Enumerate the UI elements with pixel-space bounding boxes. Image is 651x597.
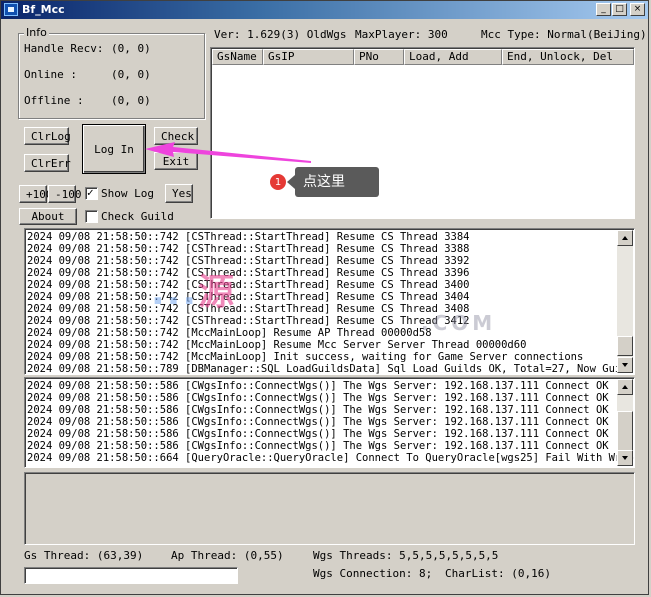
column-header-pno[interactable]: PNo <box>354 49 404 65</box>
log-line: 2024 09/08 21:58:50::742 [MccMainLoop] I… <box>27 351 584 363</box>
about-button[interactable]: About <box>19 208 77 225</box>
check-guild-checkbox[interactable] <box>85 210 98 223</box>
show-log-label: Show Log <box>101 187 154 200</box>
detail-panel <box>24 472 635 545</box>
log-line: 2024 09/08 21:58:50::664 [QueryOracle::Q… <box>27 452 635 464</box>
arrow-up-icon <box>622 236 628 240</box>
scroll-up-button[interactable] <box>617 230 633 246</box>
column-header-end-unlock-del[interactable]: End, Unlock, Del <box>502 49 634 65</box>
charlist-label: CharList: (0,16) <box>445 567 551 580</box>
pointer-arrow-icon <box>145 142 311 163</box>
log-line: 2024 09/08 21:58:50::742 [CSThread::Star… <box>27 255 470 267</box>
wgs-threads-label: Wgs Threads: 5,5,5,5,5,5,5,5 <box>313 549 499 562</box>
close-button[interactable]: × <box>630 3 645 16</box>
clrlog-button[interactable]: ClrLog <box>24 127 71 145</box>
click-here-callout: 点这里 <box>287 167 379 197</box>
log-line: 2024 09/08 21:58:50::586 [CWgsInfo::Conn… <box>27 404 622 416</box>
log-line: 2024 09/08 21:58:50::586 [CWgsInfo::Conn… <box>27 380 622 392</box>
minus100-button[interactable]: -100 <box>48 185 82 203</box>
login-button[interactable]: Log In <box>82 124 146 174</box>
log-line: 2024 09/08 21:58:50::586 [CWgsInfo::Conn… <box>27 428 622 440</box>
log-line: 2024 09/08 21:58:50::742 [MccMainLoop] R… <box>27 327 432 339</box>
main-log-scrollbar[interactable] <box>617 230 633 373</box>
main-log-lines: 2024 09/08 21:58:50::742 [CSThread::Star… <box>25 229 635 375</box>
log-line: 2024 09/08 21:58:50::742 [CSThread::Star… <box>27 291 470 303</box>
plus100-button[interactable]: +100 <box>19 185 53 203</box>
column-header-gsname[interactable]: GsName <box>212 49 263 65</box>
watermark-domain: .COM <box>421 311 497 335</box>
scroll-thumb[interactable] <box>617 411 633 451</box>
log-line: 2024 09/08 21:58:50::742 [CSThread::Star… <box>27 315 470 327</box>
column-header-gsip[interactable]: GsIP <box>263 49 354 65</box>
clrerr-button[interactable]: ClrErr <box>24 154 71 172</box>
watermark: ...源 <box>151 272 237 313</box>
info-caption: Info <box>24 26 49 39</box>
max-player-label: MaxPlayer: 300 <box>355 28 448 41</box>
handle-recv-value: (0, 0) <box>111 42 151 55</box>
log-line: 2024 09/08 21:58:50::742 [CSThread::Star… <box>27 267 470 279</box>
scroll-down-button[interactable] <box>617 450 633 466</box>
error-log-scrollbar[interactable] <box>617 379 633 466</box>
log-line: 2024 09/08 21:58:50::742 [MccMainLoop] R… <box>27 339 527 351</box>
handle-recv-label: Handle Recv: <box>24 42 104 55</box>
column-header-load-add[interactable]: Load, Add <box>404 49 502 65</box>
log-line: 2024 09/08 21:58:50::586 [CWgsInfo::Conn… <box>27 440 622 452</box>
log-line: 2024 09/08 21:58:50::742 [CSThread::Star… <box>27 243 470 255</box>
minimize-button[interactable]: _ <box>596 3 611 16</box>
log-line: 2024 09/08 21:58:50::742 [CSThread::Star… <box>27 279 470 291</box>
show-log-checkbox[interactable] <box>85 186 98 200</box>
error-log[interactable]: 2024 09/08 21:58:50::586 [CWgsInfo::Conn… <box>24 377 635 468</box>
ap-thread-label: Ap Thread: (0,55) <box>171 549 284 562</box>
title-bar[interactable]: Bf_Mcc _ □ × <box>1 1 648 19</box>
online-label: Online : <box>24 68 77 81</box>
server-list[interactable]: GsName GsIP PNo Load, Add End, Unlock, D… <box>210 47 635 219</box>
progress-field <box>24 567 238 584</box>
main-window: Bf_Mcc _ □ × Info Handle Recv: (0, 0) On… <box>0 0 649 595</box>
gs-thread-label: Gs Thread: (63,39) <box>24 549 144 562</box>
offline-label: Offline : <box>24 94 84 107</box>
arrow-down-icon <box>622 456 628 460</box>
log-line: 2024 09/08 21:58:50::742 [CSThread::Star… <box>27 231 470 243</box>
scroll-up-button[interactable] <box>617 379 633 395</box>
online-value: (0, 0) <box>111 68 151 81</box>
yes-button[interactable]: Yes <box>165 184 193 203</box>
version-label: Ver: 1.629(3) OldWgs <box>214 28 347 41</box>
window-title: Bf_Mcc <box>22 3 65 16</box>
arrow-up-icon <box>622 385 628 389</box>
main-log[interactable]: 2024 09/08 21:58:50::742 [CSThread::Star… <box>24 228 635 375</box>
log-line: 2024 09/08 21:58:50::586 [CWgsInfo::Conn… <box>27 392 622 404</box>
arrow-down-icon <box>622 363 628 367</box>
log-line: 2024 09/08 21:58:50::742 [CSThread::Star… <box>27 303 470 315</box>
offline-value: (0, 0) <box>111 94 151 107</box>
scroll-thumb[interactable] <box>617 336 633 356</box>
wgs-connection-label: Wgs Connection: 8; <box>313 567 433 580</box>
log-line: 2024 09/08 21:58:50::789 [DBManager::SQL… <box>27 363 635 375</box>
error-log-lines: 2024 09/08 21:58:50::586 [CWgsInfo::Conn… <box>25 378 634 464</box>
check-guild-label: Check Guild <box>101 210 174 223</box>
maximize-button[interactable]: □ <box>612 3 627 16</box>
log-line: 2024 09/08 21:58:50::586 [CWgsInfo::Conn… <box>27 416 622 428</box>
mcc-type-label: Mcc Type: Normal(BeiJing) <box>481 28 647 41</box>
app-icon <box>4 3 18 16</box>
scroll-down-button[interactable] <box>617 357 633 373</box>
step-badge: 1 <box>269 173 287 191</box>
